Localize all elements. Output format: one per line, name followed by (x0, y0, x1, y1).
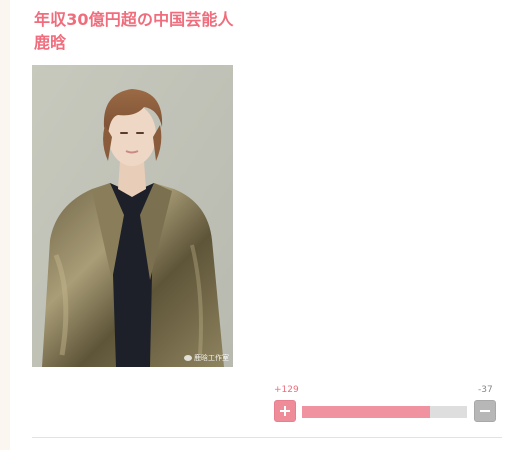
vote-ratio-fill (302, 406, 431, 418)
article-photo: 鹿晗工作室 (32, 65, 233, 367)
plus-vote-button[interactable] (274, 400, 296, 422)
plus-vote-count: +129 (274, 385, 299, 395)
article-title-line2: 鹿晗 (34, 33, 67, 52)
photo-watermark: 鹿晗工作室 (184, 353, 229, 363)
photo-watermark-text: 鹿晗工作室 (194, 354, 229, 362)
left-margin-strip (0, 0, 10, 450)
minus-icon (480, 410, 490, 412)
vote-ratio-bar (302, 406, 467, 418)
plus-icon (280, 406, 290, 416)
section-divider (32, 437, 502, 438)
minus-vote-button[interactable] (474, 400, 496, 422)
article-title: 年収30億円超の中国芸能人 鹿晗 (34, 8, 334, 54)
page: 年収30億円超の中国芸能人 鹿晗 鹿晗工作室 +129 -37 (0, 0, 519, 450)
article-title-line1: 年収30億円超の中国芸能人 (34, 10, 234, 29)
weibo-icon (184, 355, 192, 361)
minus-vote-count: -37 (478, 385, 493, 395)
portrait-illustration (32, 65, 233, 367)
